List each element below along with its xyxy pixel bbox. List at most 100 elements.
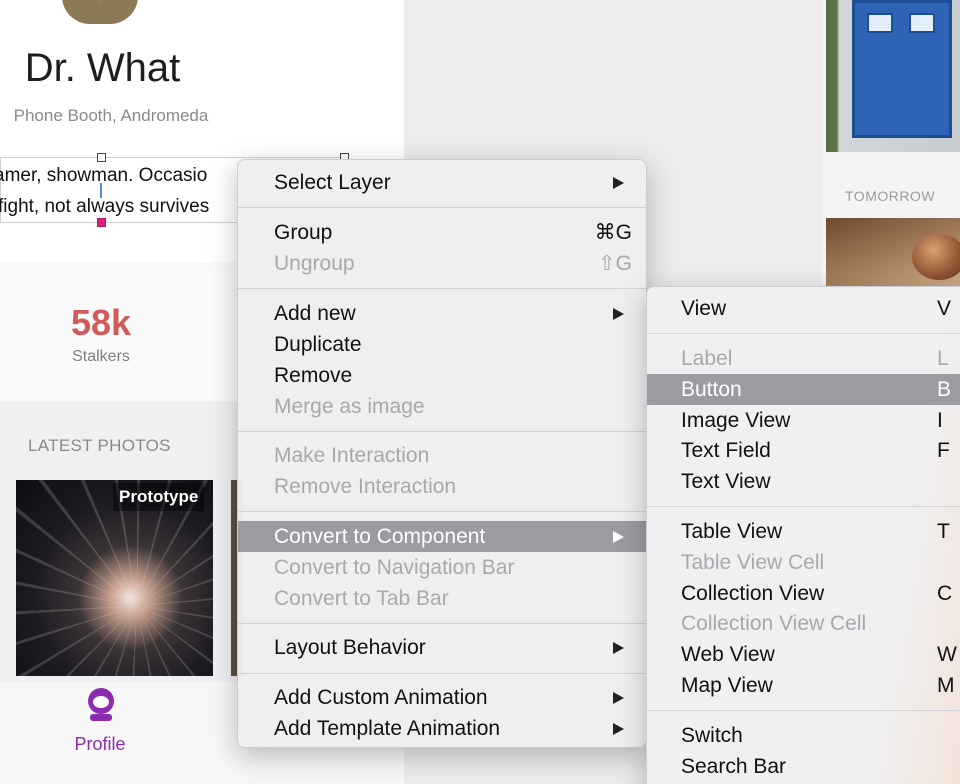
menu-item-label: Add new	[274, 302, 356, 325]
menu-item-remove[interactable]: Remove	[238, 360, 646, 391]
menu-item-label: Label	[681, 347, 733, 370]
menu-separator	[647, 710, 960, 711]
menu-item-label: Add Custom Animation	[274, 686, 488, 709]
menu-item-convert-to-component[interactable]: Convert to Component	[238, 521, 646, 552]
submenu-item-table-view[interactable]: Table View T	[647, 516, 960, 547]
menu-item-label: Merge as image	[274, 395, 425, 418]
menu-item-label: Ungroup	[274, 252, 355, 275]
menu-item-label: Remove	[274, 364, 353, 387]
bio-text-layer[interactable]: amer, showman. Occasio fight, not always…	[0, 160, 244, 222]
menu-item-label: Text View	[681, 470, 771, 493]
menu-separator	[238, 511, 646, 512]
menu-separator	[238, 288, 646, 289]
menu-separator	[647, 333, 960, 334]
submenu-item-view[interactable]: View V	[647, 293, 960, 324]
tab-profile[interactable]: Profile	[50, 684, 150, 760]
submenu-item-switch[interactable]: Switch	[647, 720, 960, 751]
menu-item-label: Collection View Cell	[681, 612, 867, 635]
menu-item-label: Convert to Navigation Bar	[274, 556, 515, 579]
section-label[interactable]: TOMORROW	[845, 188, 935, 204]
submenu-arrow-icon	[613, 723, 624, 735]
menu-item-convert-to-tab-bar[interactable]: Convert to Tab Bar	[238, 583, 646, 614]
menu-shortcut: T	[937, 520, 950, 543]
menu-separator	[238, 207, 646, 208]
submenu-item-label[interactable]: Label L	[647, 343, 960, 374]
window-shape	[867, 13, 893, 33]
window-shape	[909, 13, 935, 33]
menu-item-group[interactable]: Group ⌘G	[238, 217, 646, 248]
phone-booth-shape	[852, 0, 952, 138]
tab-label: Profile	[74, 734, 126, 754]
submenu-arrow-icon	[613, 531, 624, 543]
menu-item-label: Map View	[681, 674, 773, 697]
profile-name[interactable]: Dr. What	[0, 46, 205, 91]
component-submenu: View V Label L Button B Image View I Tex…	[646, 286, 960, 784]
submenu-item-collection-view-cell[interactable]: Collection View Cell	[647, 608, 960, 639]
submenu-item-map-view[interactable]: Map View M	[647, 670, 960, 701]
phone-booth-photo[interactable]	[826, 0, 960, 152]
menu-item-convert-to-navigation-bar[interactable]: Convert to Navigation Bar	[238, 552, 646, 583]
menu-shortcut: M	[937, 674, 955, 697]
bio-line: fight, not always survives	[0, 196, 210, 217]
menu-item-label: Remove Interaction	[274, 475, 457, 498]
submenu-arrow-icon	[613, 692, 624, 704]
menu-item-label: Select Layer	[274, 171, 391, 194]
menu-item-label: Make Interaction	[274, 444, 430, 467]
menu-item-label: Add Template Animation	[274, 717, 501, 740]
menu-item-label: Search Bar	[681, 755, 787, 778]
food-photo[interactable]	[826, 218, 960, 290]
menu-item-add-custom-animation[interactable]: Add Custom Animation	[238, 682, 646, 713]
submenu-arrow-icon	[613, 642, 624, 654]
menu-item-label: Button	[681, 378, 742, 401]
menu-shortcut: C	[937, 582, 953, 605]
text-cursor	[100, 183, 102, 198]
submenu-arrow-icon	[613, 308, 624, 320]
menu-shortcut: ⌘G	[594, 221, 632, 244]
profile-location[interactable]: Phone Booth, Andromeda	[0, 106, 222, 126]
submenu-item-image-view[interactable]: Image View I	[647, 405, 960, 436]
menu-shortcut: ⇧G	[598, 252, 632, 275]
bio-line: amer, showman. Occasio	[0, 165, 208, 186]
menu-item-ungroup[interactable]: Ungroup ⇧G	[238, 248, 646, 279]
menu-item-duplicate[interactable]: Duplicate	[238, 329, 646, 360]
menu-item-label: View	[681, 297, 727, 320]
menu-item-add-template-animation[interactable]: Add Template Animation	[238, 713, 646, 744]
menu-item-label: Text Field	[681, 439, 771, 462]
menu-item-select-layer[interactable]: Select Layer	[238, 167, 646, 198]
menu-item-label: Table View Cell	[681, 551, 825, 574]
submenu-item-collection-view[interactable]: Collection View C	[647, 578, 960, 609]
menu-separator	[238, 431, 646, 432]
menu-item-label: Switch	[681, 724, 743, 747]
submenu-item-table-view-cell[interactable]: Table View Cell	[647, 547, 960, 578]
menu-item-label: Convert to Component	[274, 525, 486, 548]
submenu-item-web-view[interactable]: Web View W	[647, 639, 960, 670]
menu-shortcut: V	[937, 297, 952, 320]
menu-separator	[238, 673, 646, 674]
resize-handle-top-left[interactable]	[97, 153, 106, 162]
stat-value[interactable]: 58k	[0, 302, 202, 344]
menu-item-label: Duplicate	[274, 333, 362, 356]
submenu-item-text-view[interactable]: Text View	[647, 466, 960, 497]
photos-heading[interactable]: LATEST PHOTOS	[28, 436, 171, 456]
menu-item-remove-interaction[interactable]: Remove Interaction	[238, 471, 646, 502]
menu-shortcut: L	[937, 347, 949, 370]
menu-item-add-new[interactable]: Add new	[238, 298, 646, 329]
menu-item-merge-as-image[interactable]: Merge as image	[238, 391, 646, 422]
submenu-item-button[interactable]: Button B	[647, 374, 960, 405]
menu-item-layout-behavior[interactable]: Layout Behavior	[238, 632, 646, 663]
submenu-item-search-bar[interactable]: Search Bar	[647, 751, 960, 782]
context-menu: Select Layer Group ⌘G Ungroup ⇧G Add new…	[237, 159, 647, 748]
menu-item-label: Layout Behavior	[274, 636, 426, 659]
menu-shortcut: I	[937, 409, 943, 432]
menu-item-label: Collection View	[681, 582, 825, 605]
menu-item-label: Convert to Tab Bar	[274, 587, 449, 610]
menu-item-label: Table View	[681, 520, 783, 543]
stat-label[interactable]: Stalkers	[0, 348, 202, 366]
menu-item-label: Web View	[681, 643, 775, 666]
menu-separator	[647, 506, 960, 507]
profile-astronaut-icon	[88, 688, 114, 721]
menu-item-make-interaction[interactable]: Make Interaction	[238, 440, 646, 471]
submenu-item-text-field[interactable]: Text Field F	[647, 435, 960, 466]
resize-handle-bottom-middle[interactable]	[97, 218, 106, 227]
menu-item-label: Image View	[681, 409, 791, 432]
